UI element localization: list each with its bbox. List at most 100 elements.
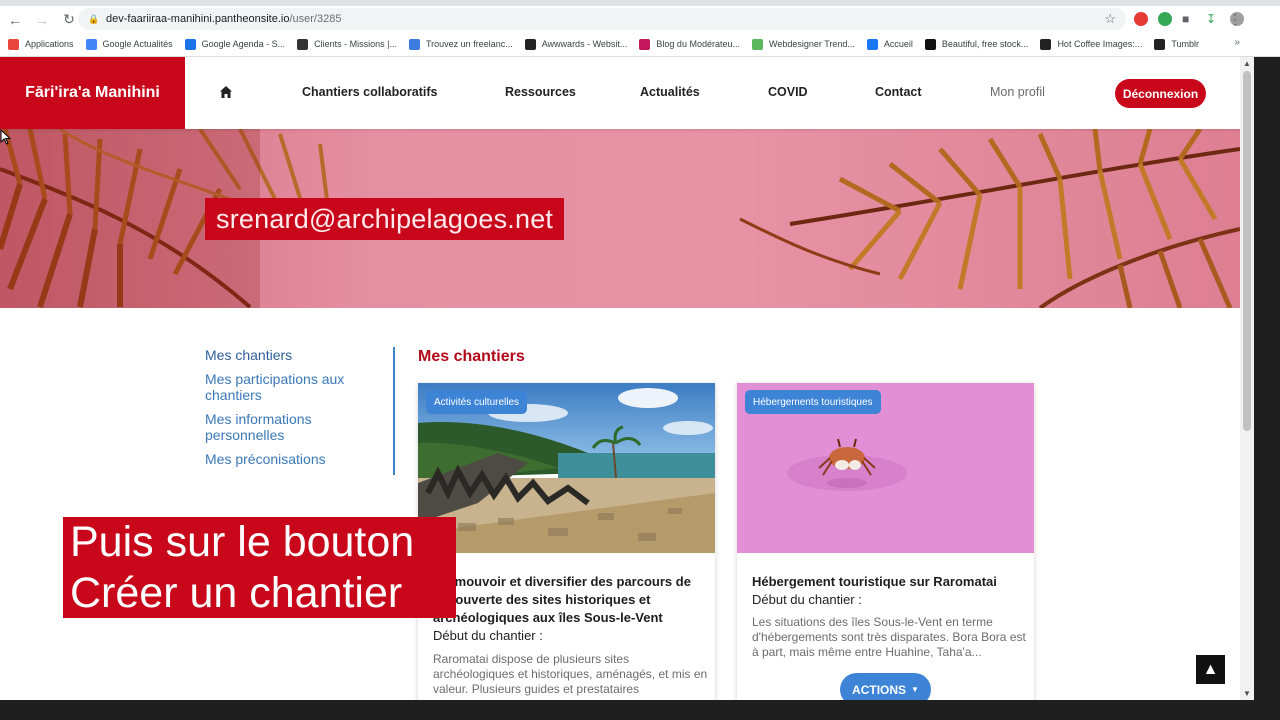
bookmark-favicon-icon	[1154, 38, 1166, 50]
caret-down-icon: ▼	[911, 685, 919, 694]
bookmark-label: Hot Coffee Images:...	[1057, 39, 1143, 49]
category-badge: Hébergements touristiques	[745, 390, 881, 414]
bookmark-favicon-icon	[297, 38, 309, 50]
card-title[interactable]: Promouvoir et diversifier des parcours d…	[433, 573, 703, 627]
bookmark-item[interactable]: Beautiful, free stock...	[924, 38, 1029, 50]
nav-mon-profil[interactable]: Mon profil	[990, 85, 1045, 99]
scroll-to-top-button[interactable]: ▲	[1196, 655, 1225, 684]
sidebar-item-mes-informations[interactable]: Mes informations personnelles	[205, 411, 381, 444]
bookmark-item[interactable]: Awwwards - Websit...	[524, 38, 628, 50]
nav-actualites[interactable]: Actualités	[640, 85, 700, 99]
sidebar-item-mes-preconisations[interactable]: Mes préconisations	[205, 451, 381, 468]
chevron-up-icon: ▲	[1202, 660, 1219, 678]
back-icon[interactable]: ←	[3, 8, 27, 32]
bookmark-label: Clients - Missions |...	[314, 39, 397, 49]
url-host: dev-faariiraa-manihini.pantheonsite.io	[106, 13, 290, 25]
card-image: Activités culturelles	[418, 383, 715, 553]
bookmark-label: Awwwards - Websit...	[541, 39, 628, 49]
browser-toolbar: ← → ↻ 🔒 dev-faariiraa-manihini.pantheons…	[0, 6, 1280, 33]
bookmarks-bar: Applications Google Actualités Google Agen…	[0, 34, 1280, 54]
bookmark-favicon-icon	[924, 38, 936, 50]
bookmark-favicon-icon	[751, 38, 763, 50]
bookmarks-overflow-icon[interactable]: »	[1234, 37, 1240, 48]
section-title: Mes chantiers	[418, 348, 525, 365]
video-frame-border	[0, 700, 1280, 720]
bookmark-item[interactable]: Google Agenda - S...	[184, 38, 286, 50]
bookmark-favicon-icon	[639, 38, 651, 50]
bookmark-item[interactable]: Clients - Missions |...	[297, 38, 397, 50]
nav-ressources[interactable]: Ressources	[505, 85, 576, 99]
nav-contact[interactable]: Contact	[875, 85, 922, 99]
forward-icon[interactable]: →	[30, 8, 54, 32]
profile-banner: srenard@archipelagoes.net	[0, 129, 1240, 308]
bookmark-item[interactable]: Blog du Modérateu...	[639, 38, 740, 50]
lock-icon: 🔒	[88, 14, 100, 24]
caption-line-1: Puis sur le bouton	[70, 518, 415, 566]
chantier-card[interactable]: Activités culturelles Promouvoir et dive…	[418, 383, 715, 700]
caption-line-2: Créer un chantier	[70, 569, 403, 617]
chantier-card[interactable]: Hébergements touristiques Hébergement to…	[737, 383, 1034, 700]
bookmark-favicon-icon	[1040, 38, 1052, 50]
bookmark-label: Tumblr	[1171, 39, 1199, 49]
bookmark-item[interactable]: Applications	[8, 38, 74, 50]
download-icon[interactable]: ↧	[1206, 12, 1220, 26]
bookmark-label: Applications	[25, 39, 74, 49]
bookmark-favicon-icon	[184, 38, 196, 50]
actions-label: ACTIONS	[852, 682, 907, 697]
scroll-up-icon[interactable]: ▲	[1243, 59, 1251, 68]
card-title[interactable]: Hébergement touristique sur Raromatai	[752, 573, 1022, 591]
bookmark-label: Webdesigner Trend...	[768, 39, 855, 49]
browser-menu-icon[interactable]: ⋮	[1228, 11, 1242, 28]
address-bar[interactable]: 🔒 dev-faariiraa-manihini.pantheonsite.io…	[78, 8, 1126, 30]
category-badge: Activités culturelles	[426, 390, 528, 414]
logout-button[interactable]: Déconnexion	[1115, 79, 1206, 108]
extensions-puzzle-icon[interactable]: ■	[1182, 12, 1196, 26]
bookmark-label: Trouvez un freelanc...	[426, 39, 513, 49]
card-image: Hébergements touristiques	[737, 383, 1034, 553]
actions-dropdown-button[interactable]: ACTIONS ▼	[840, 673, 931, 700]
scroll-down-icon[interactable]: ▼	[1243, 689, 1251, 698]
bookmark-favicon-icon	[866, 38, 878, 50]
card-start-date-label: Début du chantier :	[433, 628, 543, 643]
bookmark-item[interactable]: Trouvez un freelanc...	[409, 38, 513, 50]
browser-chrome: ← → ↻ 🔒 dev-faariiraa-manihini.pantheons…	[0, 0, 1280, 57]
web-page: Fāri'ira'a Manihini Chantiers collaborat…	[0, 57, 1240, 700]
bookmark-label: Blog du Modérateu...	[656, 39, 740, 49]
video-frame-border	[1254, 57, 1280, 720]
bookmark-item[interactable]: Tumblr	[1154, 38, 1199, 50]
bookmark-item[interactable]: Hot Coffee Images:...	[1040, 38, 1143, 50]
card-description: Les situations des îles Sous-le-Vent en …	[752, 615, 1026, 659]
site-logo[interactable]: Fāri'ira'a Manihini	[0, 57, 185, 129]
card-description: Raromatai dispose de plusieurs sites arc…	[433, 652, 708, 696]
bookmark-favicon-icon	[409, 38, 420, 50]
bookmark-label: Beautiful, free stock...	[941, 39, 1029, 49]
nav-chantiers-collaboratifs[interactable]: Chantiers collaboratifs	[302, 85, 437, 99]
page-scrollbar[interactable]: ▲ ▼	[1240, 57, 1254, 700]
sidebar-item-mes-participations[interactable]: Mes participations aux chantiers	[205, 371, 381, 404]
palm-leaves-image	[0, 129, 1240, 308]
bookmark-item[interactable]: Accueil	[866, 38, 913, 50]
profile-sidebar: Mes chantiers Mes participations aux cha…	[205, 347, 395, 475]
mouse-cursor-icon	[0, 129, 12, 145]
site-header: Fāri'ira'a Manihini Chantiers collaborat…	[0, 57, 1240, 129]
url-path: /user/3285	[289, 13, 342, 25]
bookmark-favicon-icon	[85, 38, 97, 50]
bookmark-item[interactable]: Google Actualités	[85, 38, 173, 50]
bookmark-label: Accueil	[883, 39, 913, 49]
main-navigation: Chantiers collaboratifs Ressources Actua…	[185, 57, 1240, 129]
scrollbar-thumb[interactable]	[1243, 71, 1251, 431]
bookmark-favicon-icon	[8, 38, 19, 50]
card-start-date-label: Début du chantier :	[752, 592, 862, 607]
home-icon[interactable]	[219, 85, 233, 99]
bookmark-star-icon[interactable]: ☆	[1104, 11, 1116, 27]
extension-green-icon[interactable]	[1158, 12, 1172, 26]
bookmark-label: Google Agenda - S...	[201, 39, 286, 49]
bookmark-label: Google Actualités	[102, 39, 173, 49]
bookmark-favicon-icon	[524, 38, 536, 50]
bookmark-item[interactable]: Webdesigner Trend...	[751, 38, 855, 50]
user-email-heading: srenard@archipelagoes.net	[205, 198, 565, 240]
adblock-icon[interactable]	[1134, 12, 1148, 26]
nav-covid[interactable]: COVID	[768, 85, 808, 99]
sidebar-item-mes-chantiers[interactable]: Mes chantiers	[205, 347, 381, 364]
video-caption-overlay: Puis sur le bouton Créer un chantier	[63, 517, 456, 618]
